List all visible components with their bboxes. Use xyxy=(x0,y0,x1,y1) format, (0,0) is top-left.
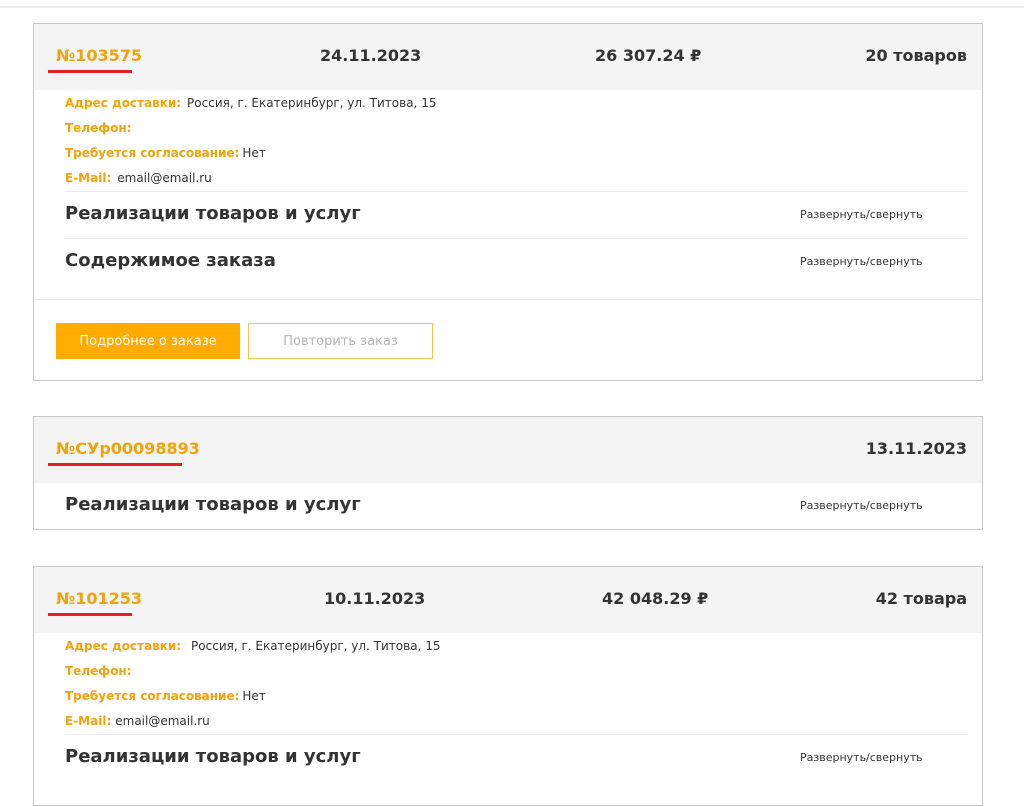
section-sales: Реализации товаров и услуг Развернуть/св… xyxy=(65,483,968,529)
approval-value: Нет xyxy=(242,146,266,160)
order-details-button[interactable]: Подробнее о заказе xyxy=(56,323,240,359)
order-card: №СУр00098893 13.11.2023 Реализации товар… xyxy=(33,416,983,530)
section-sales: Реализации товаров и услуг Развернуть/св… xyxy=(65,191,968,237)
repeat-order-button[interactable]: Повторить заказ xyxy=(248,323,433,359)
expand-collapse-link[interactable]: Развернуть/свернуть xyxy=(800,499,923,512)
address-row: Адрес доставки: Россия, г. Екатеринбург, … xyxy=(65,639,440,653)
order-date: 13.11.2023 xyxy=(865,439,967,458)
phone-row: Телефон: xyxy=(65,664,132,678)
order-date: 10.11.2023 xyxy=(324,589,426,608)
expand-collapse-link[interactable]: Развернуть/свернуть xyxy=(800,255,923,268)
section-sales: Реализации товаров и услуг Развернуть/св… xyxy=(65,734,968,780)
email-value: email@email.ru xyxy=(115,714,210,728)
order-number-underline xyxy=(48,70,132,73)
address-label: Адрес доставки: xyxy=(65,96,182,110)
address-value: Россия, г. Екатеринбург, ул. Титова, 15 xyxy=(187,96,437,110)
email-value: email@email.ru xyxy=(117,171,212,185)
email-row: E-Mail: email@email.ru xyxy=(65,714,210,728)
section-title: Реализации товаров и услуг xyxy=(65,494,361,515)
email-label: E-Mail: xyxy=(65,714,112,728)
approval-value: Нет xyxy=(242,689,266,703)
phone-label: Телефон: xyxy=(65,121,132,135)
section-title: Содержимое заказа xyxy=(65,250,276,271)
order-card: №101253 10.11.2023 42 048.29 ₽ 42 товара… xyxy=(33,566,983,806)
phone-row: Телефон: xyxy=(65,121,132,135)
section-order-contents: Содержимое заказа Развернуть/свернуть xyxy=(65,238,968,284)
order-number-underline xyxy=(48,613,132,616)
order-total: 26 307.24 ₽ xyxy=(595,46,702,65)
order-number-underline xyxy=(48,463,182,466)
order-date: 24.11.2023 xyxy=(320,46,422,65)
order-header[interactable]: №СУр00098893 13.11.2023 xyxy=(34,417,982,483)
section-title: Реализации товаров и услуг xyxy=(65,203,361,224)
email-row: E-Mail: email@email.ru xyxy=(65,171,212,185)
order-header[interactable]: №103575 24.11.2023 26 307.24 ₽ 20 товаро… xyxy=(34,24,982,90)
address-label: Адрес доставки: xyxy=(65,639,182,653)
order-card: №103575 24.11.2023 26 307.24 ₽ 20 товаро… xyxy=(33,23,983,381)
order-number[interactable]: №СУр00098893 xyxy=(56,439,200,458)
phone-label: Телефон: xyxy=(65,664,132,678)
address-row: Адрес доставки: Россия, г. Екатеринбург, … xyxy=(65,96,436,110)
email-label: E-Mail: xyxy=(65,171,112,185)
top-divider xyxy=(0,6,1024,8)
order-number[interactable]: №101253 xyxy=(56,589,142,608)
approval-label: Требуется согласование: xyxy=(65,689,240,703)
address-value: Россия, г. Екатеринбург, ул. Титова, 15 xyxy=(191,639,441,653)
divider xyxy=(34,299,982,300)
approval-row: Требуется согласование: Нет xyxy=(65,689,266,703)
order-header[interactable]: №101253 10.11.2023 42 048.29 ₽ 42 товара xyxy=(34,567,982,633)
section-title: Реализации товаров и услуг xyxy=(65,746,361,767)
approval-label: Требуется согласование: xyxy=(65,146,240,160)
expand-collapse-link[interactable]: Развернуть/свернуть xyxy=(800,751,923,764)
order-items-count: 42 товара xyxy=(875,589,967,608)
approval-row: Требуется согласование: Нет xyxy=(65,146,266,160)
expand-collapse-link[interactable]: Развернуть/свернуть xyxy=(800,208,923,221)
order-total: 42 048.29 ₽ xyxy=(602,589,709,608)
order-number[interactable]: №103575 xyxy=(56,46,142,65)
order-items-count: 20 товаров xyxy=(865,46,967,65)
